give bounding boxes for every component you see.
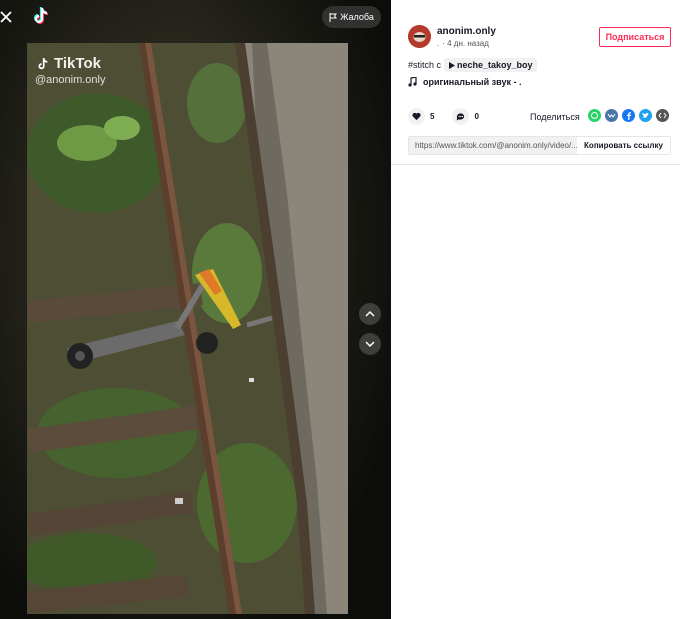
vk-icon[interactable] (605, 109, 618, 122)
twitter-icon[interactable] (639, 109, 652, 122)
chevron-down-icon (365, 341, 375, 348)
like-button[interactable] (408, 108, 425, 125)
watermark-user: @anonim.only (35, 74, 106, 86)
sound-link[interactable]: оригинальный звук - . (408, 77, 521, 87)
avatar[interactable] (408, 25, 431, 48)
video-watermark: TikTok @anonim.only (35, 55, 105, 86)
video-player: Жалоба TikTok @anonim.only (0, 0, 391, 619)
play-icon (449, 61, 456, 69)
video-frame[interactable]: TikTok @anonim.only (27, 43, 348, 614)
whatsapp-icon[interactable] (588, 109, 601, 122)
share-icons (588, 109, 669, 122)
tiktok-video-page: Жалоба TikTok @anonim.only anonim.only .… (0, 0, 680, 619)
report-button[interactable]: Жалоба (322, 6, 381, 28)
copy-link-button[interactable]: Копировать ссылку (577, 137, 670, 154)
mention-chip[interactable]: neche_takoy_boy (444, 58, 537, 72)
engagement-actions: 5 0 (408, 108, 479, 125)
next-video-button[interactable] (359, 333, 381, 355)
previous-video-button[interactable] (359, 303, 381, 325)
author-nickname: . (437, 39, 440, 48)
comment-icon (457, 113, 465, 121)
flag-icon (329, 12, 338, 22)
comment-button[interactable] (452, 108, 470, 125)
info-panel: anonim.only . · 4 дн. назад Подписаться … (391, 0, 680, 619)
chevron-up-icon (365, 310, 375, 317)
report-label: Жалоба (340, 12, 374, 22)
close-icon[interactable] (0, 6, 14, 26)
watermark-brand: TikTok (35, 55, 105, 72)
tiktok-logo-icon[interactable] (30, 5, 52, 27)
share-label: Поделиться (530, 112, 580, 122)
embed-icon[interactable] (656, 109, 669, 122)
watermark-brand-text: TikTok (54, 55, 101, 72)
facebook-icon[interactable] (622, 109, 635, 122)
mention-username: neche_takoy_boy (457, 60, 533, 70)
video-url-field[interactable]: https://www.tiktok.com/@anonim.only/vide… (409, 137, 577, 154)
author-meta: . · 4 дн. назад (437, 39, 489, 48)
like-count: 5 (430, 112, 435, 121)
video-details: anonim.only . · 4 дн. назад Подписаться … (391, 0, 680, 165)
author-username[interactable]: anonim.only (437, 26, 496, 37)
hashtag-stitch[interactable]: #stitch с (408, 60, 441, 70)
sound-title: оригинальный звук - . (423, 77, 522, 87)
follow-button[interactable]: Подписаться (599, 27, 671, 47)
tiktok-note-icon (38, 57, 48, 69)
video-still (27, 43, 348, 614)
heart-icon (412, 112, 421, 121)
video-caption: #stitch с neche_takoy_boy (408, 58, 537, 72)
comment-count: 0 (474, 112, 479, 121)
post-time: · 4 дн. назад (442, 39, 489, 48)
music-note-icon (408, 77, 417, 87)
copy-link-row: https://www.tiktok.com/@anonim.only/vide… (408, 136, 671, 155)
